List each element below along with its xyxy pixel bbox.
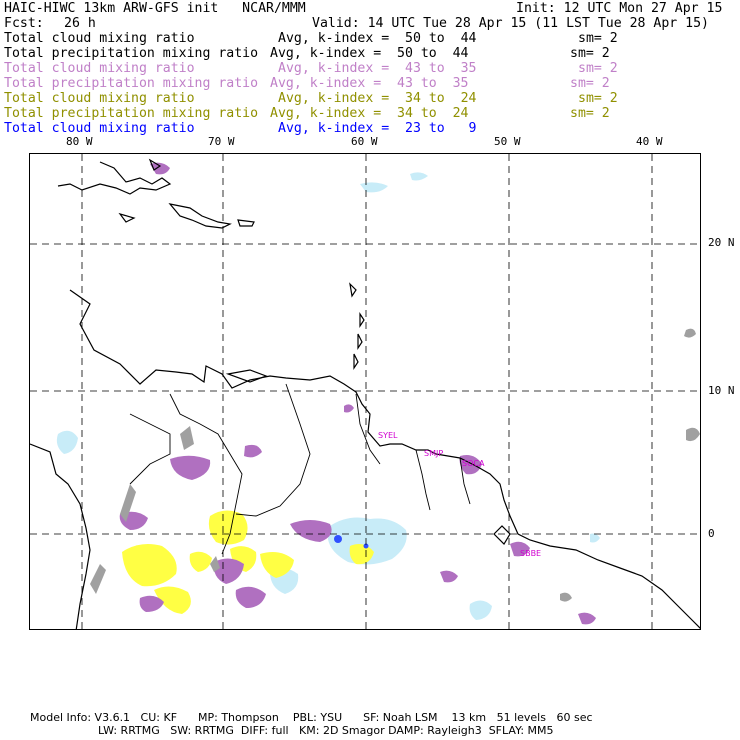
forecast-hour: 26 h: [64, 16, 96, 31]
plot-title: HAIC-HIWC 13km ARW-GFS init NCAR/MMM: [4, 1, 306, 16]
map-panel: SYEL SMJP SOCA SBBE: [29, 153, 701, 630]
legend-range: Avg, k-index = 34 to 24: [278, 91, 477, 106]
init-time: Init: 12 UTC Mon 27 Apr 15: [516, 1, 723, 16]
lon-label: 60 W: [351, 135, 378, 148]
legend-sm: sm= 2: [570, 46, 610, 61]
map-canvas: SYEL SMJP SOCA SBBE: [30, 154, 700, 629]
station-label: SOCA: [462, 459, 485, 468]
legend-sm: sm= 2: [578, 91, 618, 106]
legend-sm: sm= 2: [578, 61, 618, 76]
legend-range: Avg, k-index = 50 to 44: [278, 31, 477, 46]
station-label: SMJP: [424, 449, 443, 458]
legend-range: Avg, k-index = 43 to 35: [278, 61, 477, 76]
lon-label: 40 W: [636, 135, 663, 148]
legend-field: Total precipitation mixing ratio: [4, 106, 259, 121]
lon-label: 80 W: [66, 135, 93, 148]
legend-range: Avg, k-index = 50 to 44: [270, 46, 469, 61]
lon-label: 70 W: [208, 135, 235, 148]
legend-range: Avg, k-index = 43 to 35: [270, 76, 469, 91]
valid-time: Valid: 14 UTC Tue 28 Apr 15 (11 LST Tue …: [312, 16, 709, 31]
legend-field: Total cloud mixing ratio: [4, 121, 195, 136]
legend-field: Total precipitation mixing ratio: [4, 76, 259, 91]
lat-label: 0: [708, 527, 715, 540]
forecast-label: Fcst:: [4, 16, 44, 31]
lat-label: 20 N: [708, 236, 735, 249]
legend-field: Total cloud mixing ratio: [4, 91, 195, 106]
legend-field: Total precipitation mixing ratio: [4, 46, 259, 61]
legend-field: Total cloud mixing ratio: [4, 31, 195, 46]
lon-label: 50 W: [494, 135, 521, 148]
legend-field: Total cloud mixing ratio: [4, 61, 195, 76]
station-label: SBBE: [520, 549, 541, 558]
station-label: SYEL: [378, 431, 398, 440]
model-info-line1: Model Info: V3.6.1 CU: KF MP: Thompson P…: [30, 711, 593, 724]
legend-sm: sm= 2: [578, 31, 618, 46]
legend-sm: sm= 2: [570, 106, 610, 121]
legend-sm: sm= 2: [570, 76, 610, 91]
legend-range: Avg, k-index = 23 to 9: [278, 121, 477, 136]
model-info-line2: LW: RRTMG SW: RRTMG DIFF: full KM: 2D Sm…: [98, 724, 554, 737]
legend-range: Avg, k-index = 34 to 24: [270, 106, 469, 121]
lat-label: 10 N: [708, 384, 735, 397]
